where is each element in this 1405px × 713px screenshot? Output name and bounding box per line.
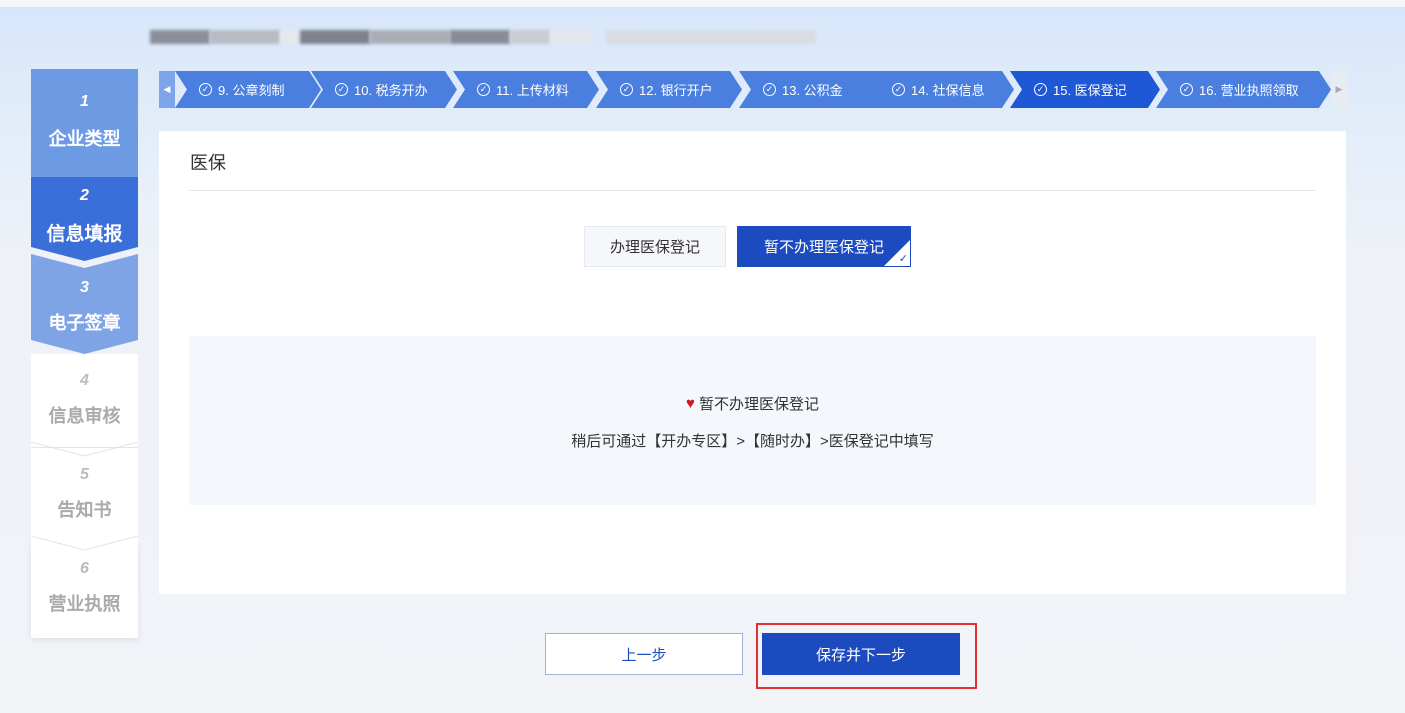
check-circle-icon: ✓ (1034, 83, 1047, 96)
selected-check-icon: ✓ (898, 253, 908, 265)
tab-tax-registration[interactable]: ✓ 10. 税务开办 (311, 71, 457, 108)
check-circle-icon: ✓ (335, 83, 348, 96)
notice-heading: ♥ 暂不办理医保登记 (189, 393, 1316, 414)
progress-steps: ◀ ✓ 9. 公章刻制 ✓ 10. 税务开办 ✓ 11. 上传材料 ✓ 12. … (159, 71, 1347, 108)
apply-medical-insurance-option[interactable]: 办理医保登记 (584, 226, 726, 267)
check-circle-icon: ✓ (892, 83, 905, 96)
step-label: 企业类型 (48, 129, 121, 149)
option-label: 办理医保登记 (609, 239, 700, 256)
top-strip (0, 0, 1405, 7)
step-number: 1 (80, 93, 89, 110)
step-separator (31, 442, 138, 457)
step-6-business-license[interactable]: 6 营业执照 (31, 542, 138, 638)
notice-box: ♥ 暂不办理医保登记 稍后可通过【开办专区】>【随时办】>医保登记中填写 (189, 336, 1316, 505)
step-5-notice[interactable]: 5 告知书 (31, 448, 138, 542)
step-number: 2 (80, 187, 89, 204)
scroll-right-arrow-icon[interactable]: ▶ (1331, 71, 1347, 108)
step-3-e-signature[interactable]: 3 电子签章 (31, 254, 138, 354)
skip-medical-insurance-option[interactable]: 暂不办理医保登记 ✓ (737, 226, 911, 267)
tab-license-collection[interactable]: ✓ 16. 营业执照领取 (1156, 71, 1331, 108)
step-sidebar: 6 营业执照 5 告知书 4 信息审核 3 电子签章 2 信息填报 1 企业类型 (31, 69, 138, 638)
step-4-info-review[interactable]: 4 信息审核 (31, 354, 138, 448)
notice-title: 暂不办理医保登记 (698, 396, 819, 413)
notice-text: 稍后可通过【开办专区】>【随时办】>医保登记中填写 (571, 433, 934, 450)
tab-label: 16. 营业执照领取 (1199, 83, 1299, 98)
tab-label: 11. 上传材料 (496, 83, 569, 98)
tab-label: 15. 医保登记 (1053, 83, 1127, 98)
card-title: 医保 (190, 153, 226, 173)
check-circle-icon: ✓ (1180, 83, 1193, 96)
tab-label: 10. 税务开办 (354, 83, 428, 98)
check-circle-icon: ✓ (477, 83, 490, 96)
step-number: 6 (80, 560, 89, 577)
previous-step-button[interactable]: 上一步 (545, 633, 743, 675)
redacted-title (150, 30, 816, 44)
step-label: 告知书 (57, 500, 112, 520)
step-label: 信息填报 (46, 224, 123, 245)
step-label: 电子签章 (48, 313, 121, 333)
step-number: 5 (80, 466, 89, 483)
tab-housing-fund[interactable]: ✓ 13. 公积金 (739, 71, 885, 108)
heart-icon: ♥ (686, 395, 695, 412)
tab-label: 14. 社保信息 (911, 83, 985, 98)
tab-label: 9. 公章刻制 (218, 83, 285, 98)
tab-upload-materials[interactable]: ✓ 11. 上传材料 (453, 71, 599, 108)
save-and-next-button[interactable]: 保存并下一步 (762, 633, 960, 675)
step-separator (31, 536, 138, 551)
scroll-left-arrow-icon[interactable]: ◀ (159, 71, 175, 108)
check-circle-icon: ✓ (620, 83, 633, 96)
check-circle-icon: ✓ (199, 83, 212, 96)
step-label: 信息审核 (48, 406, 121, 426)
divider (189, 190, 1316, 191)
check-circle-icon: ✓ (763, 83, 776, 96)
step-number: 4 (80, 372, 89, 389)
step-number: 3 (80, 279, 89, 296)
step-1-company-type[interactable]: 1 企业类型 (31, 69, 138, 177)
tab-label: 13. 公积金 (782, 83, 843, 98)
medical-insurance-card: 医保 办理医保登记 暂不办理医保登记 ✓ ♥ 暂不办理医保登记 稍后可通过【开办… (159, 131, 1346, 594)
tab-label: 12. 银行开户 (639, 83, 713, 98)
tab-social-security[interactable]: ✓ 14. 社保信息 (868, 71, 1014, 108)
tab-seal-engraving[interactable]: ✓ 9. 公章刻制 (175, 71, 321, 108)
tab-medical-insurance[interactable]: ✓ 15. 医保登记 (1010, 71, 1160, 108)
option-label: 暂不办理医保登记 (763, 239, 884, 256)
tab-bank-account[interactable]: ✓ 12. 银行开户 (596, 71, 742, 108)
step-label: 营业执照 (48, 594, 121, 614)
